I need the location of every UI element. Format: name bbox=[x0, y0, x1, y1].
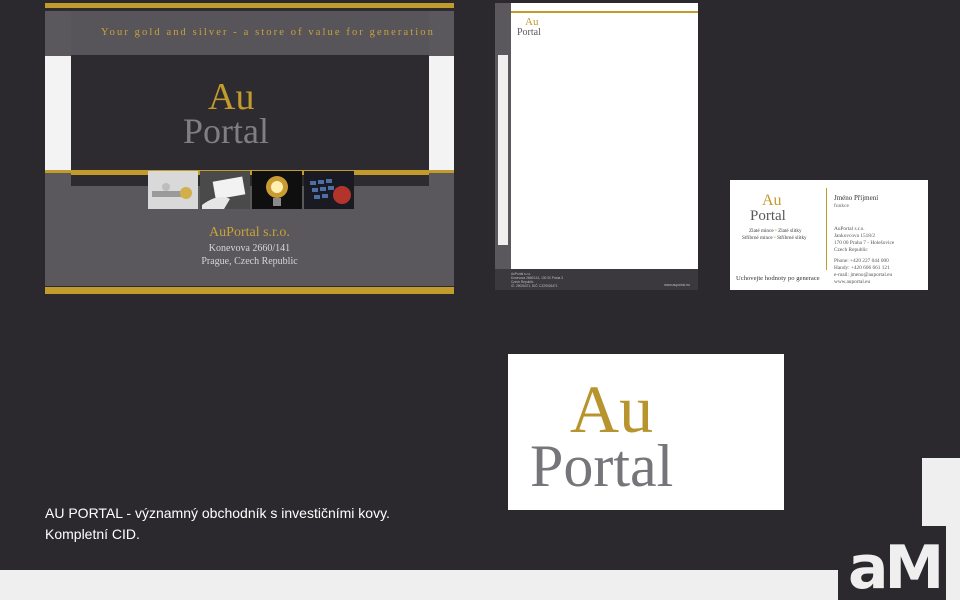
folder-side-left-top bbox=[45, 11, 71, 56]
caption-line-2: Kompletní CID. bbox=[45, 526, 140, 542]
folder-tagline: Your gold and silver - a store of value … bbox=[101, 27, 435, 38]
gold-band-bottom bbox=[45, 287, 454, 294]
caption: AU PORTAL - významný obchodník s investi… bbox=[45, 503, 390, 545]
business-card: Au Portal Zlaté mince • Zlaté slitky Stř… bbox=[730, 180, 928, 290]
photo-strip bbox=[148, 171, 354, 209]
folder-logo-bottom: Portal bbox=[183, 111, 269, 147]
card-email: e-mail: jmeno@auportal.eu bbox=[834, 272, 893, 278]
letterhead-mockup: Au Portal AuPortal s.r.o. Konevova 2660/… bbox=[495, 3, 698, 290]
gold-band-top bbox=[45, 3, 454, 8]
metal-balls-photo bbox=[148, 171, 198, 209]
card-handy: Handy: +420 606 661 121 bbox=[834, 265, 890, 271]
letterhead-logo: Au Portal bbox=[517, 16, 541, 37]
letterhead-url: www.auportal.eu bbox=[664, 283, 690, 287]
card-name: Jméno Příjmení bbox=[834, 194, 879, 202]
card-role: funkce bbox=[834, 203, 849, 209]
main-logo-bottom: Portal bbox=[530, 433, 673, 492]
folder-street: Konevova 2660/141 bbox=[208, 243, 291, 254]
folder-company-name: AuPortal s.r.o. bbox=[209, 225, 290, 240]
logo-panel: Au Portal bbox=[508, 354, 784, 510]
am-logo-icon: aM bbox=[848, 533, 944, 600]
card-logo: Au Portal bbox=[750, 192, 786, 222]
letterhead-side-inner bbox=[498, 55, 508, 245]
card-web: www.auportal.eu bbox=[834, 279, 871, 285]
card-products-row2: Stříbrné mince • Stříbrné slitky bbox=[742, 235, 807, 241]
main-logo: Au Portal bbox=[530, 372, 673, 492]
card-phone: Phone: +420 227 044 000 bbox=[834, 258, 889, 264]
am-logo-text: aM bbox=[848, 533, 940, 600]
card-company: AuPortal s.r.o. bbox=[834, 226, 865, 232]
letterhead-gold-line bbox=[511, 11, 698, 13]
card-country: Czech Republic bbox=[834, 247, 868, 253]
folder-white-right bbox=[429, 56, 454, 173]
keyboard-photo bbox=[304, 171, 354, 209]
card-city: 170 00 Praha 7 - Holešovice bbox=[834, 240, 895, 246]
card-products-row1: Zlaté mince • Zlaté slitky bbox=[749, 228, 802, 234]
letterhead-footer-text: AuPortal s.r.o. Konevova 2660/141, 130 0… bbox=[511, 272, 563, 288]
bottom-strip bbox=[0, 570, 960, 600]
card-slogan: Uchovejte hodnoty po generace bbox=[736, 275, 820, 282]
card-divider bbox=[826, 188, 827, 270]
folder-mockup: Your gold and silver - a store of value … bbox=[45, 3, 454, 294]
am-badge: aM bbox=[838, 526, 946, 600]
folder-white-left bbox=[45, 56, 71, 173]
hand-card-photo bbox=[200, 171, 250, 209]
card-street: Jankovcova 1518/2 bbox=[834, 233, 876, 239]
light-bulb-photo bbox=[252, 171, 302, 209]
caption-line-1: AU PORTAL - významný obchodník s investi… bbox=[45, 505, 390, 521]
folder-logo: Au Portal bbox=[183, 76, 269, 147]
card-logo-bottom: Portal bbox=[750, 208, 786, 222]
letterhead-logo-bottom: Portal bbox=[517, 27, 541, 37]
card-logo-top: Au bbox=[762, 192, 782, 209]
folder-city: Prague, Czech Republic bbox=[201, 256, 298, 267]
